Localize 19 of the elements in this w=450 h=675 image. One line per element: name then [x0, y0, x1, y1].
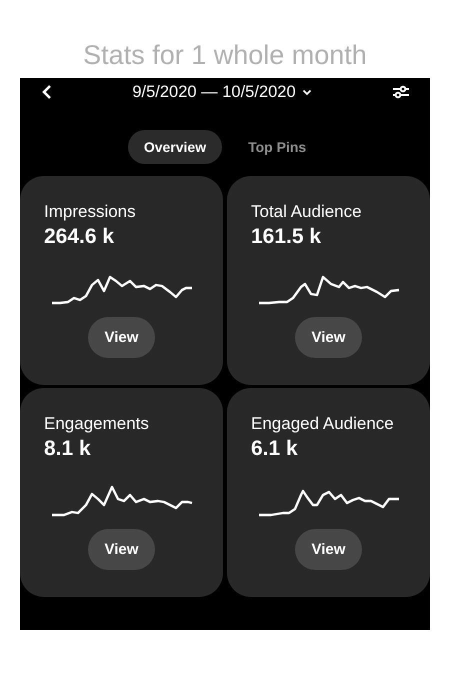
chevron-down-icon[interactable]: [302, 88, 312, 96]
metric-label: Engagements: [44, 414, 150, 434]
view-button[interactable]: View: [294, 317, 362, 358]
view-button[interactable]: View: [294, 529, 362, 570]
date-range[interactable]: 9/5/2020 — 10/5/2020: [132, 82, 296, 102]
view-button[interactable]: View: [88, 529, 156, 570]
tab[interactable]: Top Pins: [232, 130, 322, 164]
view-button[interactable]: View: [88, 317, 156, 358]
metric-label: Engaged Audience: [251, 414, 395, 434]
metric-value: 8.1 k: [44, 437, 92, 461]
filter-icon[interactable]: [392, 84, 410, 100]
metric-value: 6.1 k: [251, 437, 299, 461]
metric-label: Impressions: [44, 202, 137, 222]
metric-label: Total Audience: [251, 202, 363, 222]
metric-value: 264.6 k: [44, 225, 116, 249]
back-icon[interactable]: [42, 84, 52, 100]
page-title: Stats for 1 whole month: [82, 39, 368, 72]
metric-value: 161.5 k: [251, 225, 322, 249]
tab[interactable]: Overview: [128, 130, 222, 164]
